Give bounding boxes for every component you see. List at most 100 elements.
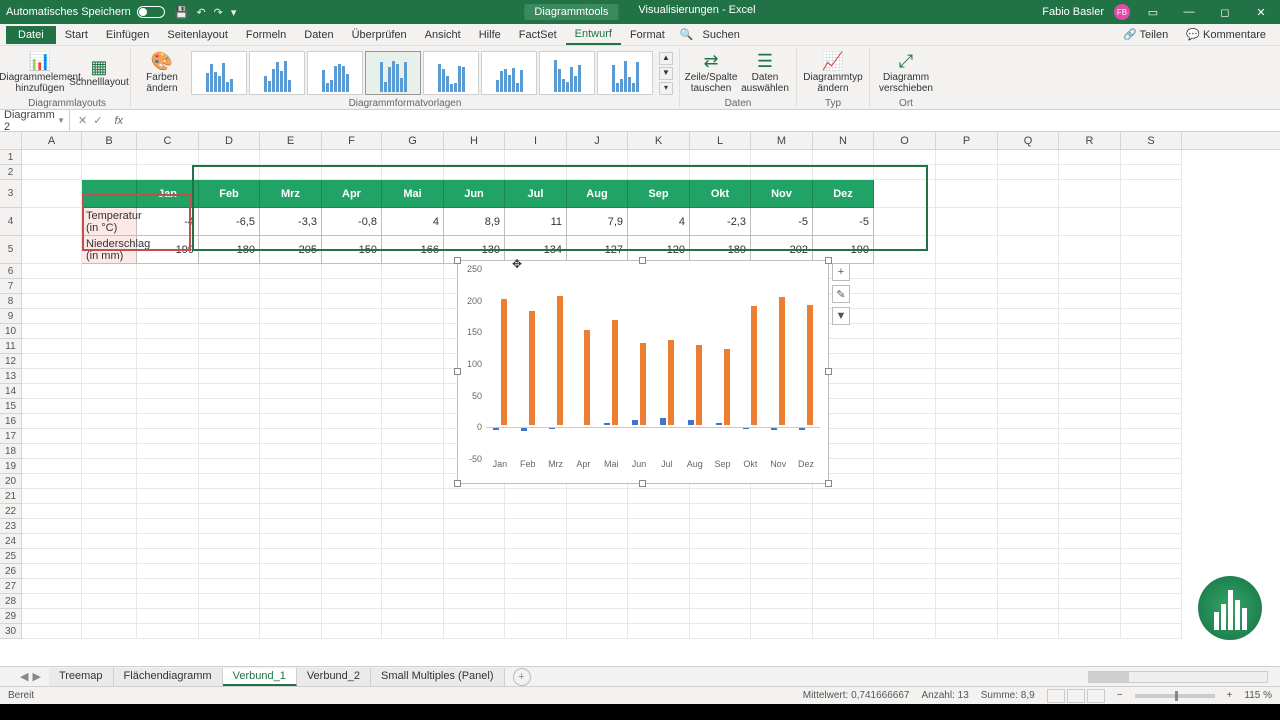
data-cell[interactable]: 199 xyxy=(137,236,199,264)
cell[interactable] xyxy=(199,519,260,534)
cell[interactable] xyxy=(260,309,322,324)
cell[interactable] xyxy=(936,474,998,489)
cell[interactable] xyxy=(82,444,137,459)
cell[interactable] xyxy=(998,444,1059,459)
chart-style-thumb[interactable] xyxy=(307,51,363,95)
cell[interactable] xyxy=(137,339,199,354)
data-cell[interactable] xyxy=(82,180,137,208)
cell[interactable] xyxy=(382,150,444,165)
cell[interactable] xyxy=(260,474,322,489)
enter-formula-icon[interactable]: ✓ xyxy=(93,114,102,127)
cell[interactable] xyxy=(874,165,936,180)
bar[interactable] xyxy=(716,423,722,426)
cell[interactable] xyxy=(199,594,260,609)
cell[interactable] xyxy=(1121,294,1182,309)
cell[interactable] xyxy=(874,264,936,279)
row-header[interactable]: 16 xyxy=(0,414,22,429)
cell[interactable] xyxy=(936,594,998,609)
column-header[interactable]: E xyxy=(260,132,322,149)
cell[interactable] xyxy=(1121,384,1182,399)
cell[interactable] xyxy=(444,150,505,165)
cell[interactable] xyxy=(874,236,936,264)
cell[interactable] xyxy=(82,324,137,339)
zoom-in-icon[interactable]: + xyxy=(1227,690,1233,701)
cell[interactable] xyxy=(199,264,260,279)
cell[interactable] xyxy=(137,579,199,594)
minimize-icon[interactable]: — xyxy=(1176,6,1202,18)
cell[interactable] xyxy=(199,534,260,549)
cell[interactable] xyxy=(751,564,813,579)
cell[interactable] xyxy=(82,414,137,429)
cell[interactable] xyxy=(874,474,936,489)
row-header[interactable]: 18 xyxy=(0,444,22,459)
cell[interactable] xyxy=(137,489,199,504)
chart-style-thumb[interactable] xyxy=(481,51,537,95)
cell[interactable] xyxy=(22,208,82,236)
cell[interactable] xyxy=(260,165,322,180)
cell[interactable] xyxy=(998,549,1059,564)
cell[interactable] xyxy=(998,236,1059,264)
bar[interactable] xyxy=(779,297,785,425)
cell[interactable] xyxy=(998,354,1059,369)
quick-layout-button[interactable]: ▦Schnelllayout xyxy=(74,48,124,98)
cell[interactable] xyxy=(998,474,1059,489)
cell[interactable] xyxy=(382,624,444,639)
cell[interactable] xyxy=(1121,489,1182,504)
cell[interactable] xyxy=(1121,624,1182,639)
data-cell[interactable]: Nov xyxy=(751,180,813,208)
cell[interactable] xyxy=(382,594,444,609)
cell[interactable] xyxy=(874,309,936,324)
cell[interactable] xyxy=(260,294,322,309)
row-header[interactable]: 17 xyxy=(0,429,22,444)
cancel-formula-icon[interactable]: ✕ xyxy=(78,114,87,127)
cell[interactable] xyxy=(199,324,260,339)
cell[interactable] xyxy=(82,264,137,279)
cell[interactable] xyxy=(137,150,199,165)
cell[interactable] xyxy=(322,609,382,624)
cell[interactable] xyxy=(1121,150,1182,165)
column-header[interactable]: R xyxy=(1059,132,1121,149)
cell[interactable] xyxy=(82,594,137,609)
cell[interactable] xyxy=(1121,429,1182,444)
cell[interactable] xyxy=(1121,564,1182,579)
cell[interactable] xyxy=(22,384,82,399)
cell[interactable] xyxy=(137,609,199,624)
column-headers[interactable]: ABCDEFGHIJKLMNOPQRS xyxy=(0,132,1280,150)
bar[interactable] xyxy=(696,345,702,425)
cell[interactable] xyxy=(322,150,382,165)
column-header[interactable]: Q xyxy=(998,132,1059,149)
cell[interactable] xyxy=(322,564,382,579)
resize-handle[interactable] xyxy=(639,480,646,487)
dropdown-icon[interactable]: ▼ xyxy=(57,116,65,125)
cell[interactable] xyxy=(936,150,998,165)
column-header[interactable]: I xyxy=(505,132,567,149)
cell[interactable] xyxy=(1059,564,1121,579)
cell[interactable] xyxy=(382,279,444,294)
qat-more-icon[interactable]: ▾ xyxy=(231,6,237,19)
cell[interactable] xyxy=(22,459,82,474)
cell[interactable] xyxy=(82,309,137,324)
cell[interactable] xyxy=(936,339,998,354)
row-header[interactable]: 3 xyxy=(0,180,22,208)
cell[interactable] xyxy=(199,624,260,639)
comments-button[interactable]: 💬 Kommentare xyxy=(1178,26,1274,43)
bar-group[interactable] xyxy=(792,269,820,457)
cell[interactable] xyxy=(82,564,137,579)
cell[interactable] xyxy=(628,150,690,165)
cell[interactable] xyxy=(199,165,260,180)
cell[interactable] xyxy=(137,309,199,324)
cell[interactable] xyxy=(690,624,751,639)
cell[interactable] xyxy=(936,324,998,339)
column-header[interactable]: O xyxy=(874,132,936,149)
column-header[interactable]: F xyxy=(322,132,382,149)
cell[interactable] xyxy=(382,564,444,579)
data-cell[interactable]: 180 xyxy=(199,236,260,264)
cell[interactable] xyxy=(874,324,936,339)
cell[interactable] xyxy=(82,339,137,354)
cell[interactable] xyxy=(322,624,382,639)
cell[interactable] xyxy=(1121,414,1182,429)
cell[interactable] xyxy=(199,564,260,579)
cell[interactable] xyxy=(874,594,936,609)
cell[interactable] xyxy=(998,564,1059,579)
row-header[interactable]: 5 xyxy=(0,236,22,264)
